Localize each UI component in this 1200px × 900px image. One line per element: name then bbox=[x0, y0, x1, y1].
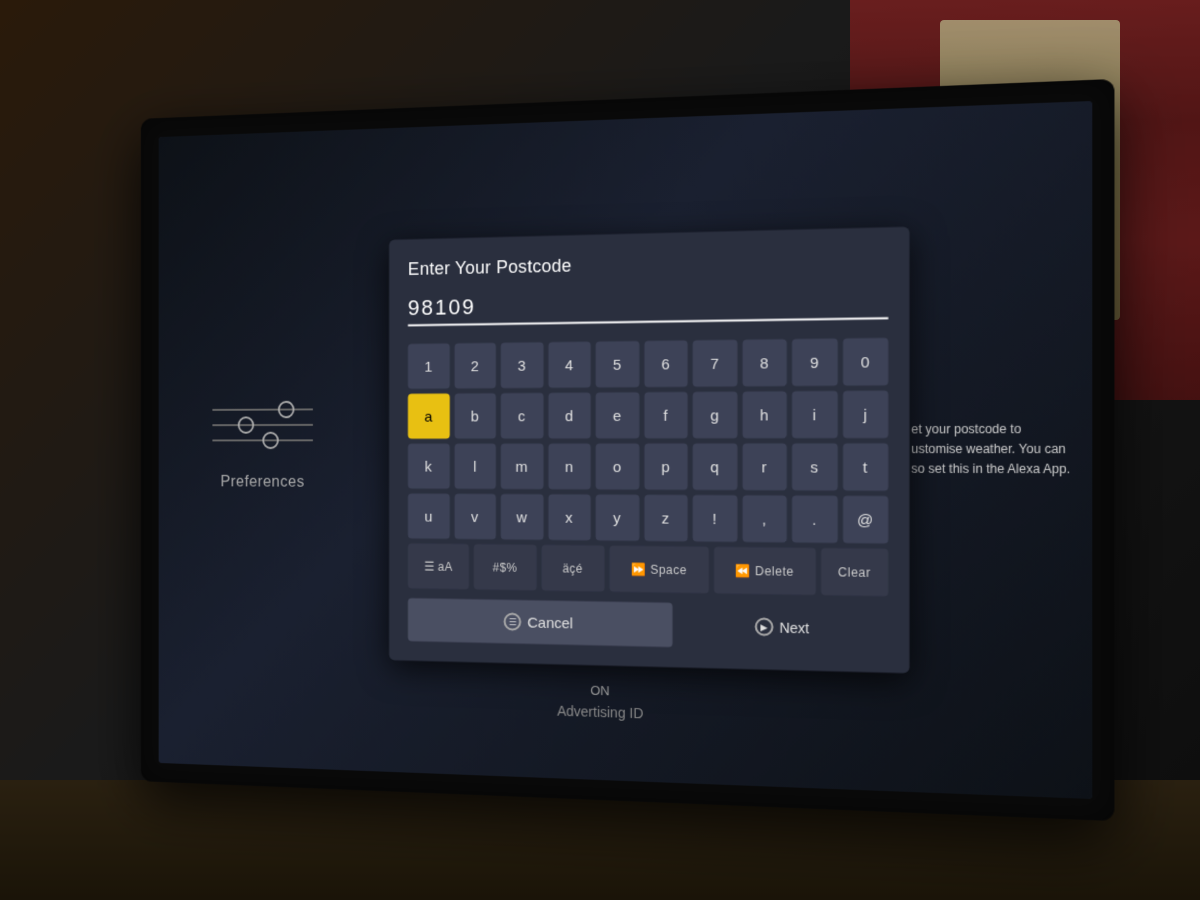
key-exclamation[interactable]: ! bbox=[693, 495, 737, 542]
key-h[interactable]: h bbox=[742, 391, 787, 438]
key-t[interactable]: t bbox=[842, 443, 888, 491]
key-r[interactable]: r bbox=[742, 443, 787, 490]
advertising-id-label: Advertising ID bbox=[557, 703, 643, 722]
key-s[interactable]: s bbox=[792, 443, 837, 490]
key-7[interactable]: 7 bbox=[693, 340, 737, 387]
slider-row-3 bbox=[212, 439, 312, 441]
letters-row-1: a b c d e f g h i j bbox=[408, 391, 888, 439]
slider-row-1 bbox=[212, 408, 312, 410]
number-row: 1 2 3 4 5 6 7 8 9 0 bbox=[408, 338, 888, 389]
slider-knob-2 bbox=[237, 416, 253, 433]
accents-label: äçé bbox=[562, 561, 583, 575]
slider-knob-1 bbox=[277, 401, 294, 418]
preferences-panel: Preferences bbox=[212, 408, 312, 491]
key-symbols[interactable]: #$% bbox=[474, 544, 536, 590]
letters-row-3: u v w x y z ! , . @ bbox=[408, 493, 888, 543]
tv-outer: Preferences et your postcode to ustomise… bbox=[141, 79, 1115, 821]
key-comma[interactable]: , bbox=[742, 495, 787, 542]
slider-icons bbox=[212, 408, 312, 441]
key-e[interactable]: e bbox=[596, 392, 639, 438]
key-1[interactable]: 1 bbox=[408, 343, 449, 388]
key-j[interactable]: j bbox=[842, 391, 888, 439]
key-g[interactable]: g bbox=[693, 392, 737, 439]
key-k[interactable]: k bbox=[408, 444, 449, 489]
key-y[interactable]: y bbox=[596, 494, 639, 540]
symbols-label: #$% bbox=[493, 560, 518, 574]
slider-line-1 bbox=[212, 408, 312, 410]
key-9[interactable]: 9 bbox=[792, 338, 837, 386]
key-clear[interactable]: Clear bbox=[821, 548, 889, 596]
bottom-info: ON Advertising ID bbox=[557, 682, 643, 722]
key-o[interactable]: o bbox=[596, 443, 639, 489]
key-i[interactable]: i bbox=[792, 391, 837, 438]
cancel-icon: ☰ bbox=[504, 613, 521, 631]
menu-icon: ☰ bbox=[424, 559, 435, 573]
delete-icon: ⏪ bbox=[735, 563, 751, 577]
key-6[interactable]: 6 bbox=[644, 340, 688, 387]
key-accents[interactable]: äçé bbox=[541, 545, 604, 592]
key-delete[interactable]: ⏪ Delete bbox=[714, 547, 816, 595]
bottom-actions: ☰ Cancel ▶ Next bbox=[408, 598, 888, 652]
clear-label: Clear bbox=[838, 565, 871, 580]
next-button[interactable]: ▶ Next bbox=[678, 603, 888, 652]
on-label: ON bbox=[557, 682, 643, 699]
space-icon: ⏩ bbox=[631, 562, 646, 576]
key-p[interactable]: p bbox=[644, 443, 688, 489]
info-line-1: et your postcode to bbox=[911, 420, 1070, 440]
key-aa[interactable]: ☰ aA bbox=[408, 543, 469, 589]
key-z[interactable]: z bbox=[644, 495, 688, 542]
key-d[interactable]: d bbox=[548, 393, 591, 439]
info-line-2: ustomise weather. You can bbox=[911, 440, 1070, 460]
key-8[interactable]: 8 bbox=[742, 339, 787, 386]
key-f[interactable]: f bbox=[644, 392, 688, 439]
key-2[interactable]: 2 bbox=[454, 343, 496, 389]
letters-row-2: k l m n o p q r s t bbox=[408, 443, 888, 491]
postcode-input[interactable] bbox=[408, 282, 888, 326]
key-c[interactable]: c bbox=[501, 393, 543, 439]
key-n[interactable]: n bbox=[548, 444, 591, 490]
key-5[interactable]: 5 bbox=[596, 341, 639, 388]
key-0[interactable]: 0 bbox=[842, 338, 888, 386]
slider-line-2 bbox=[212, 424, 312, 426]
cancel-button[interactable]: ☰ Cancel bbox=[408, 598, 673, 647]
delete-label: Delete bbox=[755, 564, 794, 579]
space-label: Space bbox=[650, 562, 687, 577]
key-period[interactable]: . bbox=[792, 496, 837, 544]
key-3[interactable]: 3 bbox=[501, 342, 543, 388]
slider-knob-3 bbox=[262, 432, 278, 449]
tv-environment: Preferences et your postcode to ustomise… bbox=[0, 0, 1200, 900]
keyboard-dialog: Enter Your Postcode 1 2 3 4 5 6 7 8 9 0 bbox=[389, 227, 909, 674]
key-m[interactable]: m bbox=[501, 444, 543, 490]
dialog-title: Enter Your Postcode bbox=[408, 248, 888, 280]
key-l[interactable]: l bbox=[454, 444, 496, 489]
info-line-3: so set this in the Alexa App. bbox=[911, 460, 1070, 480]
key-a[interactable]: a bbox=[408, 394, 449, 439]
key-x[interactable]: x bbox=[548, 494, 591, 540]
key-space[interactable]: ⏩ Space bbox=[609, 546, 708, 594]
aa-label: aA bbox=[438, 559, 453, 573]
tv-screen: Preferences et your postcode to ustomise… bbox=[159, 101, 1093, 799]
key-v[interactable]: v bbox=[454, 494, 496, 540]
cancel-label: Cancel bbox=[527, 614, 573, 632]
next-icon: ▶ bbox=[755, 617, 774, 636]
preferences-label: Preferences bbox=[221, 474, 305, 492]
key-at[interactable]: @ bbox=[842, 496, 888, 544]
keyboard-area: 1 2 3 4 5 6 7 8 9 0 a b bbox=[408, 338, 888, 652]
special-row: ☰ aA #$% äçé ⏩ Space bbox=[408, 543, 888, 596]
key-4[interactable]: 4 bbox=[548, 342, 591, 388]
key-b[interactable]: b bbox=[454, 393, 496, 438]
info-text-panel: et your postcode to ustomise weather. Yo… bbox=[911, 420, 1070, 481]
key-w[interactable]: w bbox=[501, 494, 543, 540]
key-u[interactable]: u bbox=[408, 493, 449, 538]
next-label: Next bbox=[779, 619, 809, 636]
slider-row-2 bbox=[212, 424, 312, 426]
key-q[interactable]: q bbox=[693, 443, 737, 490]
